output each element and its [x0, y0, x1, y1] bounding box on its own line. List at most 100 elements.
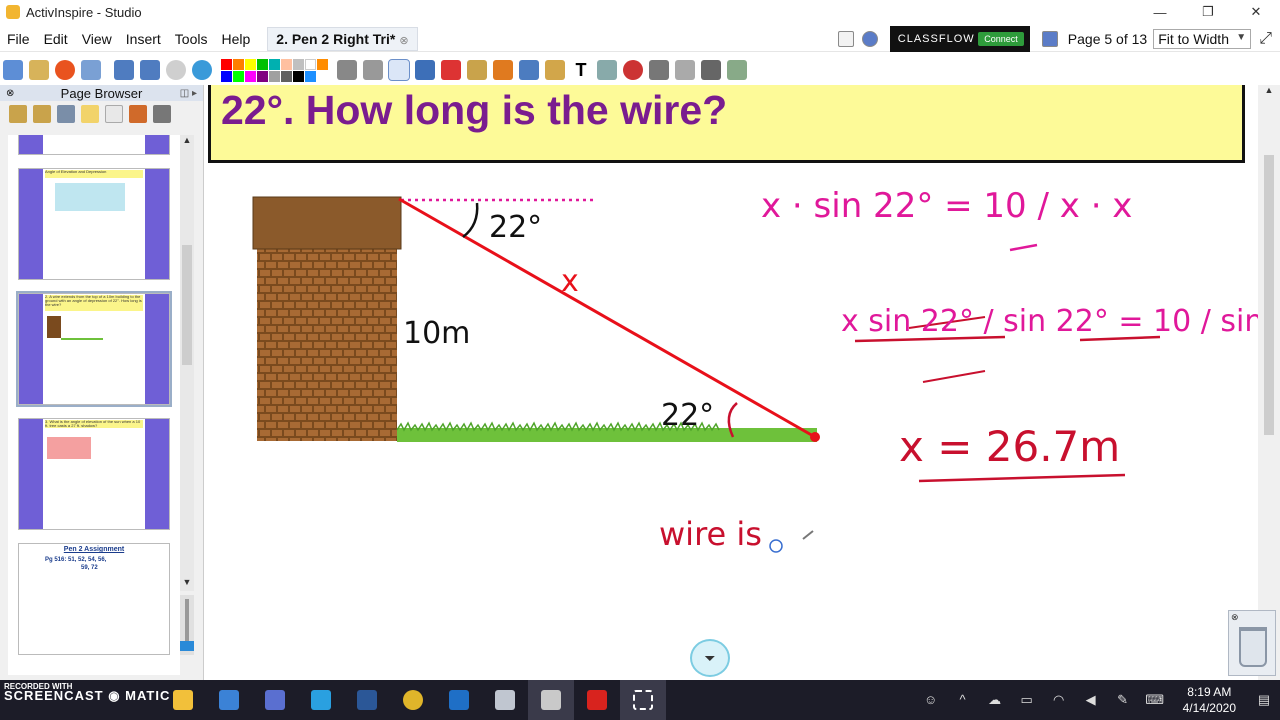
thumbnail-ground	[61, 338, 103, 340]
menu-help[interactable]: Help	[214, 31, 257, 47]
eraser-icon[interactable]	[441, 60, 461, 80]
taskbar-outlook[interactable]	[436, 680, 482, 720]
thumbnail-line-2: 59, 72	[81, 565, 98, 571]
menu-tools[interactable]: Tools	[168, 31, 215, 47]
play-icon[interactable]	[166, 60, 186, 80]
reset-page-icon[interactable]	[623, 60, 643, 80]
undo-icon[interactable]	[649, 60, 669, 80]
trash-icon	[1239, 627, 1267, 667]
browser-tool-2-icon[interactable]	[33, 105, 51, 123]
toolbar-collapse-button[interactable]: ⏷	[690, 639, 730, 677]
pen-tray-icon[interactable]: ✎	[1113, 692, 1133, 708]
browser-tool-3-icon[interactable]	[57, 105, 75, 123]
notes-icon[interactable]	[837, 31, 854, 47]
scroll-up-icon[interactable]: ▲	[180, 135, 194, 149]
page-thumbnail-5[interactable]: Pen 2 Assignment Pg 516: 51, 52, 54, 56,…	[18, 543, 170, 655]
connect-button[interactable]: Connect	[978, 32, 1024, 46]
document-tab[interactable]: 2. Pen 2 Right Tri* ⊗	[267, 26, 418, 51]
acrobat-icon	[587, 690, 607, 710]
page-browser-scrollbar[interactable]: ▲ ▼	[180, 135, 194, 591]
pen-icon[interactable]	[388, 59, 410, 81]
fill-icon[interactable]	[467, 60, 487, 80]
classflow-panel[interactable]: CLASSFLOW Connect	[889, 26, 1030, 52]
browser-tool-5-icon[interactable]	[105, 105, 123, 123]
keyboard-icon[interactable]: ⌨	[1145, 692, 1165, 708]
taskbar-app8[interactable]	[482, 680, 528, 720]
taskbar-word[interactable]	[344, 680, 390, 720]
clock[interactable]: 8:19 AM 4/14/2020	[1183, 684, 1236, 716]
cursor-icon	[769, 539, 783, 553]
battery-icon[interactable]: ▭	[1017, 692, 1037, 708]
taskbar-app4[interactable]	[298, 680, 344, 720]
chevron-up-icon[interactable]: ^	[953, 692, 973, 708]
taskbar-acrobat[interactable]	[574, 680, 620, 720]
page-icon[interactable]	[1041, 31, 1058, 47]
menu-file[interactable]: File	[0, 31, 37, 47]
panel-controls-icon[interactable]: ◫ ▸	[180, 88, 197, 99]
next-page-icon[interactable]	[140, 60, 160, 80]
taskbar-snip[interactable]	[620, 680, 666, 720]
taskbar-app3[interactable]	[252, 680, 298, 720]
browser-tool-4-icon[interactable]	[81, 105, 99, 123]
taskbar-activinspire[interactable]	[528, 680, 574, 720]
page-browser: ⊗ Page Browser ◫ ▸ Angle of Elevation an…	[0, 85, 204, 680]
browsers-icon[interactable]	[29, 60, 49, 80]
customize-icon[interactable]	[727, 60, 747, 80]
menu-insert[interactable]: Insert	[119, 31, 168, 47]
notifications-icon[interactable]: ▤	[1254, 692, 1274, 708]
previous-page-icon[interactable]	[114, 60, 134, 80]
main-menu-icon[interactable]	[3, 60, 23, 80]
matic-label: MATIC	[125, 688, 171, 703]
scroll-thumb[interactable]	[1264, 155, 1274, 435]
color-palette[interactable]	[221, 58, 328, 82]
highlighter-icon[interactable]	[415, 60, 435, 80]
scroll-thumb[interactable]	[182, 245, 192, 365]
text-icon[interactable]: T	[571, 60, 591, 80]
close-button[interactable]: ✕	[1232, 0, 1280, 24]
canvas-scrollbar[interactable]: ▲	[1258, 85, 1280, 680]
redo-icon[interactable]	[675, 60, 695, 80]
page-thumbnail-2[interactable]: Angle of Elevation and Depression	[18, 168, 170, 280]
wifi-icon[interactable]: ◠	[1049, 692, 1069, 708]
trash-close-icon[interactable]: ⊗	[1231, 612, 1239, 623]
menu-view[interactable]: View	[75, 31, 119, 47]
close-icon[interactable]: ⊗	[6, 88, 14, 99]
taskbar-store[interactable]	[206, 680, 252, 720]
reset-icon[interactable]	[55, 60, 75, 80]
clear-icon[interactable]	[597, 60, 617, 80]
connector-icon[interactable]	[519, 60, 539, 80]
tab-pin-icon[interactable]: ⊗	[399, 35, 408, 47]
minimize-button[interactable]: —	[1136, 0, 1184, 24]
onedrive-icon[interactable]: ☁	[985, 692, 1005, 708]
browser-tool-1-icon[interactable]	[9, 105, 27, 123]
browser-tool-7-icon[interactable]	[153, 105, 171, 123]
trash-can[interactable]: ⊗	[1228, 610, 1276, 676]
select-icon[interactable]	[337, 60, 357, 80]
dashboard-icon[interactable]	[861, 31, 878, 47]
page-thumbnail-4[interactable]: 3. What is the angle of elevation of the…	[18, 418, 170, 530]
marquee-icon[interactable]	[363, 60, 383, 80]
restore-button[interactable]: ❐	[1184, 0, 1232, 24]
volume-icon[interactable]: ◀	[1081, 692, 1101, 708]
page-thumbnail-3[interactable]: 2. A wire extends from the top of a 10m …	[16, 291, 172, 407]
web-browser-icon[interactable]	[192, 60, 212, 80]
store-icon	[219, 690, 239, 710]
doc-icon[interactable]	[701, 60, 721, 80]
flipchart-canvas[interactable]: 22°. How long is the wire? 22° x 10m 22°…	[205, 85, 1258, 680]
scroll-up-icon[interactable]: ▲	[1258, 85, 1280, 95]
menu-edit[interactable]: Edit	[37, 31, 75, 47]
scroll-down-icon[interactable]: ▼	[180, 577, 194, 591]
zoom-select[interactable]: Fit to Width ▼	[1153, 29, 1252, 49]
page-thumbnail-1[interactable]	[18, 135, 170, 155]
taskbar-chrome[interactable]	[390, 680, 436, 720]
zoom-slider[interactable]	[180, 595, 194, 655]
fullscreen-icon[interactable]: ⤢	[1259, 30, 1272, 48]
resource-icon[interactable]	[545, 60, 565, 80]
profile-icon[interactable]	[81, 60, 101, 80]
browser-tool-6-icon[interactable]	[129, 105, 147, 123]
clock-date: 4/14/2020	[1182, 701, 1236, 715]
shape-icon[interactable]	[493, 60, 513, 80]
screencast-label: SCREENCAST	[4, 688, 104, 703]
window-title: ActivInspire - Studio	[26, 4, 142, 20]
people-icon[interactable]: ☺	[921, 692, 941, 708]
